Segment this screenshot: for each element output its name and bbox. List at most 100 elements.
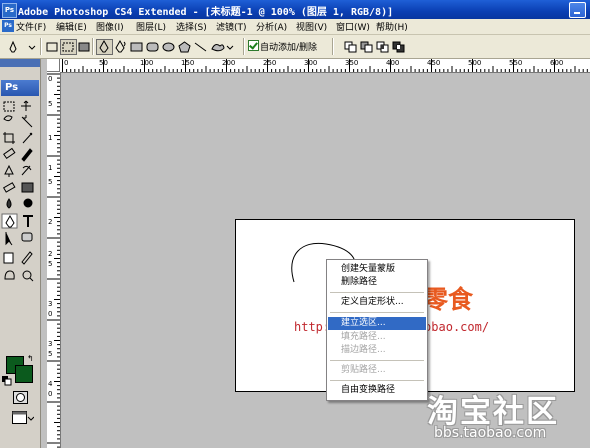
shape-layers-button[interactable] xyxy=(44,39,61,55)
ruler-v-label: 1 xyxy=(48,134,53,142)
custom-shape-option[interactable] xyxy=(208,39,236,55)
dodge-tool-icon xyxy=(23,198,33,208)
menu-separator xyxy=(330,292,424,293)
menu-bar: Ps 文件(F) 编辑(E) 图像(I) 图层(L) 选择(S) 滤镜(T) 分… xyxy=(0,19,590,35)
window-title: Adobe Photoshop CS4 Extended - [未标题-1 @ … xyxy=(18,7,394,18)
pen-tool-option[interactable] xyxy=(96,39,113,55)
polygon-icon xyxy=(178,41,191,53)
auto-add-delete-label: 自动添加/删除 xyxy=(260,43,318,53)
menu-item-define-custom-shape[interactable]: 定义自定形状... xyxy=(328,296,426,309)
ruler-v-label: 2 xyxy=(48,218,53,226)
blur-tool-icon xyxy=(6,198,12,209)
slice-tool-icon xyxy=(22,132,33,144)
ruler-v-label: 2 xyxy=(48,250,53,258)
menu-item-stroke-path: 描边路径... xyxy=(341,345,386,355)
tool-preset-picker[interactable] xyxy=(6,39,38,55)
ruler-h-label: 0 xyxy=(64,59,69,67)
exclude-overlap-icon xyxy=(392,41,405,53)
ruler-v-label: 0 xyxy=(48,390,53,398)
healing-brush-icon xyxy=(3,147,16,160)
ruler-h-label: 350 xyxy=(345,59,359,67)
watermark-url: bbs.taobao.com xyxy=(434,425,547,441)
menu-separator xyxy=(330,312,424,313)
menu-window[interactable]: 窗口(W) xyxy=(336,20,370,33)
menu-analysis[interactable]: 分析(A) xyxy=(256,20,287,33)
swap-colors-icon[interactable]: ↰ xyxy=(27,354,34,363)
ruler-origin[interactable] xyxy=(47,59,60,72)
menu-help[interactable]: 帮助(H) xyxy=(376,20,408,33)
rectangle-tool-icon xyxy=(21,232,33,242)
menu-layer[interactable]: 图层(L) xyxy=(136,20,166,33)
rectangle-icon xyxy=(130,42,143,52)
horizontal-ruler[interactable]: 0 50 100 150 200 250 300 350 400 450 500… xyxy=(60,59,590,73)
menu-select[interactable]: 选择(S) xyxy=(176,20,207,33)
paths-icon xyxy=(62,42,74,52)
move-tool-icon xyxy=(21,100,31,111)
notes-tool-icon xyxy=(3,252,14,264)
title-bar: Ps Adobe Photoshop CS4 Extended - [未标题-1… xyxy=(0,0,590,19)
ruler-v-label: 5 xyxy=(48,178,53,186)
minimize-button[interactable] xyxy=(569,2,586,18)
ruler-h-label: 300 xyxy=(304,59,318,67)
combine-intersect-button[interactable] xyxy=(374,39,391,55)
brush-tool-icon xyxy=(21,148,33,162)
screen-mode-icon[interactable] xyxy=(12,411,34,425)
quick-mask-icon[interactable] xyxy=(13,391,29,405)
ps-menu-icon[interactable]: Ps xyxy=(2,20,14,32)
ruler-h-label: 250 xyxy=(263,59,277,67)
fill-pixels-button[interactable] xyxy=(76,39,93,55)
menu-filter[interactable]: 滤镜(T) xyxy=(216,20,247,33)
ruler-v-label: 4 xyxy=(48,380,53,388)
line-icon xyxy=(194,42,207,52)
combine-exclude-button[interactable] xyxy=(390,39,407,55)
pen-icon xyxy=(99,39,109,53)
magic-wand-tool-icon xyxy=(21,115,33,128)
custom-shape-icon xyxy=(211,44,234,52)
zoom-tool-icon xyxy=(22,270,32,280)
menu-item-make-selection[interactable]: 建立选区... xyxy=(328,317,426,330)
ruler-v-label: 0 xyxy=(48,310,53,318)
ruler-v-label: 5 xyxy=(48,260,53,268)
type-tool-icon xyxy=(23,215,33,227)
freeform-pen-option[interactable] xyxy=(112,39,129,55)
gradient-tool-icon xyxy=(21,182,34,193)
menu-edit[interactable]: 编辑(E) xyxy=(56,20,87,33)
marquee-tool-icon xyxy=(3,101,15,112)
subtract-shape-area-icon xyxy=(360,41,373,53)
combine-subtract-button[interactable] xyxy=(358,39,375,55)
menu-view[interactable]: 视图(V) xyxy=(296,20,327,33)
vertical-ruler[interactable]: 0 5 1 1 5 2 2 5 3 0 3 5 4 0 xyxy=(47,72,61,448)
combine-add-button[interactable] xyxy=(342,39,359,55)
options-bar: 自动添加/删除 xyxy=(0,35,590,59)
menu-image[interactable]: 图像(I) xyxy=(96,20,124,33)
add-shape-area-icon xyxy=(344,41,357,53)
paths-button[interactable] xyxy=(60,39,77,55)
ruler-h-label: 500 xyxy=(468,59,482,67)
ruler-v-label: 3 xyxy=(48,340,53,348)
menu-item-delete-path[interactable]: 删除路径 xyxy=(328,276,426,289)
ruler-h-label: 150 xyxy=(181,59,195,67)
line-option[interactable] xyxy=(192,39,209,55)
polygon-option[interactable] xyxy=(176,39,193,55)
ellipse-icon xyxy=(162,42,175,52)
menu-separator xyxy=(330,380,424,381)
photoshop-app-icon[interactable]: Ps xyxy=(2,3,17,18)
auto-add-delete-checkbox[interactable] xyxy=(248,40,259,51)
background-color-swatch[interactable] xyxy=(15,365,33,383)
ruler-h-label: 100 xyxy=(140,59,154,67)
rounded-rectangle-option[interactable] xyxy=(144,39,161,55)
toolbox-header[interactable] xyxy=(0,59,40,67)
rectangle-option[interactable] xyxy=(128,39,145,55)
freeform-pen-icon xyxy=(115,39,126,53)
hand-tool-icon xyxy=(4,270,15,280)
menu-item-free-transform-path[interactable]: 自由变换路径 xyxy=(328,384,426,397)
default-colors-icon[interactable] xyxy=(2,376,12,386)
menu-item-create-vector-mask[interactable]: 创建矢量蒙版 xyxy=(328,263,426,276)
ruler-h-label: 400 xyxy=(386,59,400,67)
menu-separator xyxy=(330,360,424,361)
ruler-h-label: 200 xyxy=(222,59,236,67)
path-selection-icon xyxy=(5,232,13,246)
ellipse-option[interactable] xyxy=(160,39,177,55)
intersect-shape-area-icon xyxy=(376,41,389,53)
menu-file[interactable]: 文件(F) xyxy=(16,20,46,33)
